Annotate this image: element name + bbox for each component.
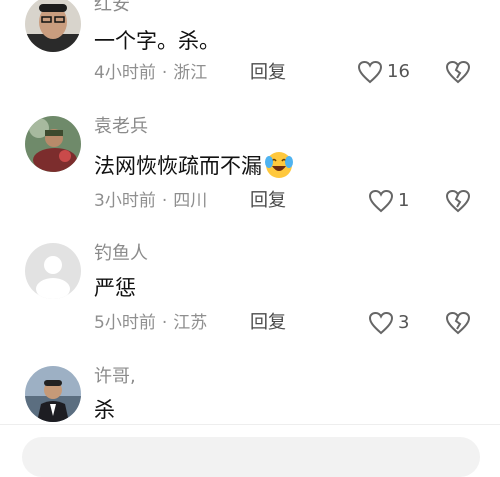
like-count: 3 <box>398 312 410 333</box>
dislike-button[interactable] <box>445 189 471 217</box>
broken-heart-icon <box>445 311 471 335</box>
comment-location: 四川 <box>173 191 208 211</box>
comment-meta: 3小时前 · 四川 <box>94 190 207 212</box>
avatar-image <box>25 0 81 52</box>
comment-text-content: 法网恢恢疏而不漏 <box>94 154 262 178</box>
comment-location: 浙江 <box>173 63 208 83</box>
comment-author[interactable]: 袁老兵 <box>94 116 148 138</box>
comment-text: 法网恢恢疏而不漏 <box>94 149 294 179</box>
separator: · <box>161 313 168 333</box>
separator: · <box>161 63 168 83</box>
reply-button[interactable]: 回复 <box>250 190 286 212</box>
heart-icon <box>357 60 383 84</box>
avatar-image <box>25 366 81 422</box>
separator: · <box>161 191 168 211</box>
comment-author[interactable]: 钓鱼人 <box>94 243 148 265</box>
comment-time: 5小时前 <box>94 313 156 333</box>
comment-meta: 4小时前 · 浙江 <box>94 62 207 84</box>
heart-icon <box>368 311 394 335</box>
dislike-button[interactable] <box>445 311 471 339</box>
heart-icon <box>368 189 394 213</box>
crying-laughing-emoji-icon <box>265 152 293 178</box>
like-count: 1 <box>398 190 410 211</box>
avatar[interactable] <box>25 366 81 422</box>
comment-author[interactable]: 许哥, <box>94 366 136 388</box>
comment-input-bar <box>0 424 500 477</box>
comment-time: 3小时前 <box>94 191 156 211</box>
default-avatar-icon <box>25 243 81 299</box>
comment-meta: 5小时前 · 江苏 <box>94 312 207 334</box>
broken-heart-icon <box>445 189 471 213</box>
comment-location: 江苏 <box>173 313 208 333</box>
like-button[interactable]: 3 <box>368 311 409 335</box>
avatar[interactable] <box>25 0 81 52</box>
avatar[interactable] <box>25 116 81 172</box>
comment-input[interactable] <box>22 437 480 477</box>
comment-text: 一个字。杀。 <box>94 29 220 53</box>
reply-button[interactable]: 回复 <box>250 312 286 334</box>
reply-button[interactable]: 回复 <box>250 62 286 84</box>
like-button[interactable]: 16 <box>357 60 410 84</box>
avatar-image <box>25 116 81 172</box>
broken-heart-icon <box>445 60 471 84</box>
like-button[interactable]: 1 <box>368 189 409 213</box>
like-count: 16 <box>387 61 410 82</box>
comment-text: 杀 <box>94 398 115 422</box>
avatar[interactable] <box>25 243 81 299</box>
comment-text: 严惩 <box>94 276 136 300</box>
comment-author[interactable]: 红安 <box>94 0 130 16</box>
dislike-button[interactable] <box>445 60 471 88</box>
comment-time: 4小时前 <box>94 63 156 83</box>
